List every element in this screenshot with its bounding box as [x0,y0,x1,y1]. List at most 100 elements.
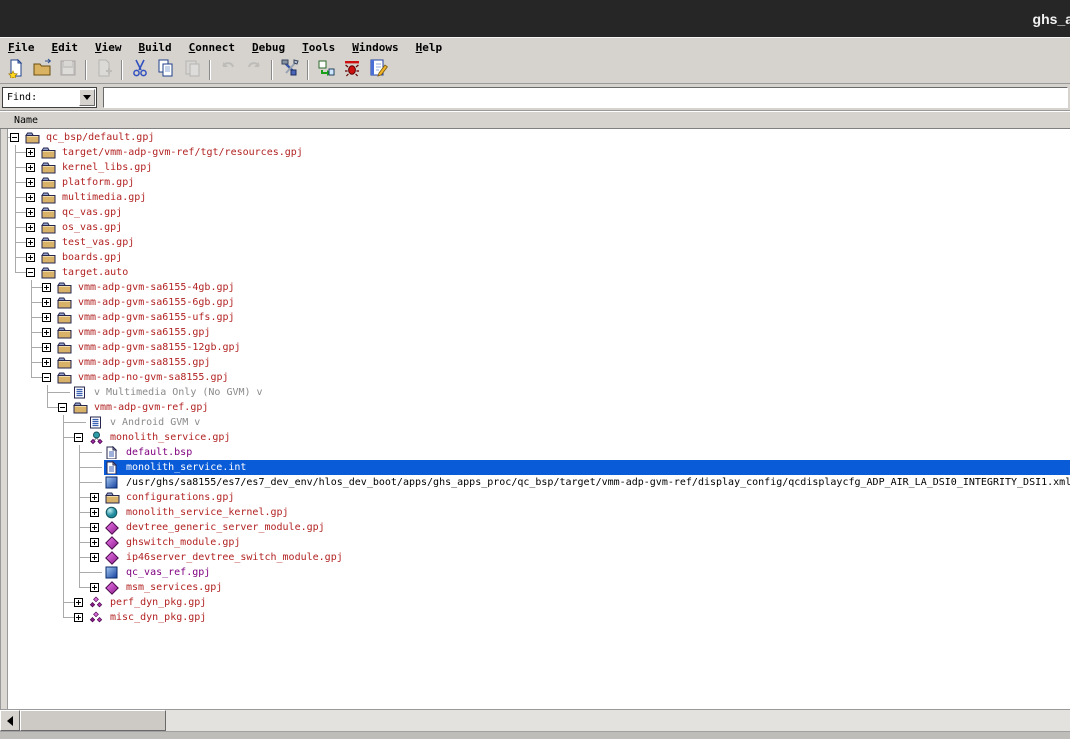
tree-row[interactable]: vmm-adp-gvm-sa8155-12gb.gpj [8,340,1070,355]
tree-expander-plus[interactable] [88,490,104,505]
tree-expander-plus[interactable] [88,520,104,535]
vertical-scrollbar[interactable] [0,129,8,709]
tree-item-label[interactable]: v Multimedia Only (No GVM) v [91,385,263,400]
tree-item-label[interactable]: target.auto [59,265,128,280]
tree-expander-minus[interactable] [56,400,72,415]
tree-item-label[interactable]: platform.gpj [59,175,134,190]
tree-item-label[interactable]: monolith_service_kernel.gpj [123,505,289,520]
tree-row[interactable]: devtree_generic_server_module.gpj [8,520,1070,535]
tree-item-label[interactable]: os_vas.gpj [59,220,122,235]
tree-expander-plus[interactable] [24,175,40,190]
tree-expander-plus[interactable] [40,340,56,355]
tree-row[interactable]: platform.gpj [8,175,1070,190]
tree-expander-minus[interactable] [72,430,88,445]
tree-item-label[interactable]: vmm-adp-gvm-sa6155-4gb.gpj [75,280,235,295]
tree-row[interactable]: qc_vas_ref.gpj [8,565,1070,580]
tree-row[interactable]: perf_dyn_pkg.gpj [8,595,1070,610]
tree-row[interactable]: default.bsp [8,445,1070,460]
open-file-button[interactable] [30,58,54,82]
tree-item-label[interactable]: multimedia.gpj [59,190,146,205]
tree-item-label[interactable]: /usr/ghs/sa8155/es7/es7_dev_env/hlos_dev… [123,475,1070,490]
tree-expander-plus[interactable] [40,280,56,295]
tree-item-label[interactable]: devtree_generic_server_module.gpj [123,520,325,535]
tree-row[interactable]: target.auto [8,265,1070,280]
tree-item-label[interactable]: test_vas.gpj [59,235,134,250]
tree-expander-plus[interactable] [88,550,104,565]
copy-button[interactable] [154,58,178,82]
tree-item-label[interactable]: vmm-adp-gvm-ref.gpj [91,400,208,415]
find-input[interactable] [103,87,1068,108]
tree-item-label[interactable]: qc_vas.gpj [59,205,122,220]
tree-item-label[interactable]: vmm-adp-gvm-sa6155-6gb.gpj [75,295,235,310]
tree-expander-plus[interactable] [24,250,40,265]
tree-item-label[interactable]: boards.gpj [59,250,122,265]
tree-expander-plus[interactable] [24,205,40,220]
tree-row[interactable]: configurations.gpj [8,490,1070,505]
horizontal-scrollbar[interactable] [0,709,1070,731]
find-combo-dropdown-button[interactable] [79,89,95,106]
tree-expander-plus[interactable] [24,145,40,160]
tree-row[interactable]: os_vas.gpj [8,220,1070,235]
tree-row[interactable]: target/vmm-adp-gvm-ref/tgt/resources.gpj [8,145,1070,160]
connect-button[interactable] [314,58,338,82]
tree-row[interactable]: vmm-adp-gvm-sa6155-6gb.gpj [8,295,1070,310]
tree-row[interactable]: /usr/ghs/sa8155/es7/es7_dev_env/hlos_dev… [8,475,1070,490]
tree-expander-minus[interactable] [24,265,40,280]
menu-build[interactable]: Build [139,41,172,54]
tree-expander-plus[interactable] [88,580,104,595]
menu-debug[interactable]: Debug [252,41,285,54]
tree-row[interactable]: qc_vas.gpj [8,205,1070,220]
menu-windows[interactable]: Windows [352,41,398,54]
tree-item-label[interactable]: ip46server_devtree_switch_module.gpj [123,550,343,565]
tree-row[interactable]: monolith_service.gpj [8,430,1070,445]
find-combo[interactable]: Find: [2,87,97,108]
tree-expander-plus[interactable] [24,190,40,205]
tree-expander-minus[interactable] [40,370,56,385]
tree-row[interactable]: multimedia.gpj [8,190,1070,205]
tree-row[interactable]: vmm-adp-gvm-sa6155-ufs.gpj [8,310,1070,325]
scroll-left-button[interactable] [0,710,20,731]
tree-expander-plus[interactable] [24,235,40,250]
tree-expander-plus[interactable] [40,355,56,370]
menu-view[interactable]: View [95,41,122,54]
debug-button[interactable] [340,58,364,82]
tree-row[interactable]: vmm-adp-gvm-sa6155.gpj [8,325,1070,340]
tree-row[interactable]: test_vas.gpj [8,235,1070,250]
tree-item-label[interactable]: vmm-adp-gvm-sa6155-ufs.gpj [75,310,235,325]
menu-tools[interactable]: Tools [302,41,335,54]
tree-row[interactable]: boards.gpj [8,250,1070,265]
tree-expander-minus[interactable] [8,130,24,145]
cut-button[interactable] [128,58,152,82]
tree-item-label[interactable]: default.bsp [123,445,192,460]
tree-row[interactable]: ip46server_devtree_switch_module.gpj [8,550,1070,565]
new-file-button[interactable] [4,58,28,82]
tree-item-label[interactable]: misc_dyn_pkg.gpj [107,610,206,625]
tree-item-label[interactable]: kernel_libs.gpj [59,160,152,175]
tree-row[interactable]: vmm-adp-gvm-sa6155-4gb.gpj [8,280,1070,295]
tree-expander-plus[interactable] [24,160,40,175]
tree-row[interactable]: msm_services.gpj [8,580,1070,595]
tree-expander-plus[interactable] [40,310,56,325]
tree-item-label[interactable]: vmm-adp-gvm-sa8155-12gb.gpj [75,340,241,355]
tree-expander-plus[interactable] [88,535,104,550]
tree-item-label[interactable]: vmm-adp-no-gvm-sa8155.gpj [75,370,229,385]
tree-expander-plus[interactable] [88,505,104,520]
tree-row[interactable]: vmm-adp-gvm-ref.gpj [8,400,1070,415]
tree-row[interactable]: qc_bsp/default.gpj [8,130,1070,145]
tree-expander-plus[interactable] [72,595,88,610]
tree-item-label[interactable]: monolith_service.int [123,460,246,475]
tree-expander-plus[interactable] [40,325,56,340]
tree-item-label[interactable]: v Android GVM v [107,415,200,430]
tree-row[interactable]: v Multimedia Only (No GVM) v [8,385,1070,400]
menu-file[interactable]: File [8,41,35,54]
tree-row[interactable]: misc_dyn_pkg.gpj [8,610,1070,625]
tree-row[interactable]: ghswitch_module.gpj [8,535,1070,550]
tree-item-label[interactable]: qc_vas_ref.gpj [123,565,210,580]
tree-expander-plus[interactable] [24,220,40,235]
tree-item-label[interactable]: perf_dyn_pkg.gpj [107,595,206,610]
tree-expander-plus[interactable] [72,610,88,625]
tree-row[interactable]: monolith_service.int [8,460,1070,475]
tree-row[interactable]: vmm-adp-gvm-sa8155.gpj [8,355,1070,370]
tree-item-label[interactable]: configurations.gpj [123,490,234,505]
tree-item-label[interactable]: msm_services.gpj [123,580,222,595]
